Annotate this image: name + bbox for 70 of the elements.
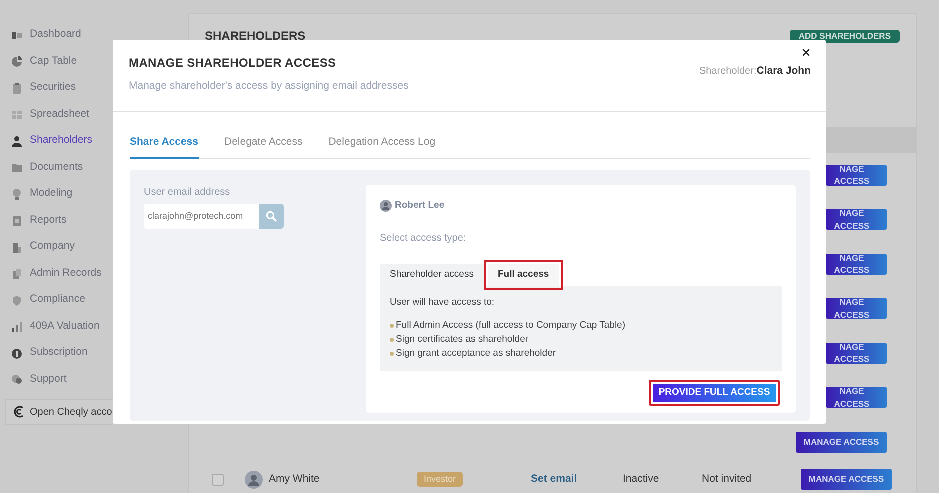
access-prompt: Select access type:	[380, 232, 468, 246]
search-button[interactable]	[259, 204, 284, 229]
avatar-icon	[380, 200, 392, 212]
bar-chart-icon	[12, 321, 22, 332]
manage-access-button[interactable]: MANAGE ACCESS	[801, 469, 892, 490]
building-icon	[12, 242, 22, 253]
user-name: Robert Lee	[395, 198, 445, 213]
sidebar-item[interactable]: Documents	[0, 154, 84, 181]
shield-icon	[12, 294, 22, 306]
sidebar-item[interactable]: Reports	[0, 208, 67, 234]
access-item: Sign grant acceptance as shareholder	[396, 347, 556, 362]
manage-access-button[interactable]: NAGE ACCESS	[826, 164, 887, 186]
shareholder-name: Clara John	[756, 64, 811, 79]
sidebar-item[interactable]: Securities	[0, 75, 76, 102]
email-field[interactable]: clarajohn@protech.com	[144, 204, 259, 229]
manage-access-button[interactable]: NAGE ACCESS	[826, 342, 887, 364]
manage-access-button[interactable]: NAGE ACCESS	[826, 209, 887, 230]
bulb-icon	[12, 188, 22, 200]
clipboard-icon	[12, 82, 22, 94]
bullet-icon	[390, 324, 394, 328]
access-intro: User will have access to:	[390, 296, 496, 310]
files-icon	[12, 268, 22, 280]
sidebar-item[interactable]: 409A Valuation	[0, 314, 100, 340]
tab[interactable]: Delegation Access Log	[328, 135, 436, 159]
access-item: Sign certificates as shareholder	[396, 333, 529, 348]
modal-title: MANAGE SHAREHOLDER ACCESS	[129, 55, 338, 72]
sidebar-item[interactable]: Shareholders	[0, 128, 92, 154]
sidebar-item[interactable]: Admin Records	[0, 260, 102, 287]
page-title: SHAREHOLDERS	[205, 28, 306, 45]
sidebar-item[interactable]: Subscription	[0, 340, 88, 366]
grid-icon	[12, 109, 22, 120]
invite-status-text: Not invited	[702, 472, 753, 487]
role-tag: Investor	[417, 472, 464, 488]
search-icon	[266, 210, 277, 222]
sidebar-item[interactable]: Support	[0, 366, 67, 393]
tab[interactable]: Delegate Access	[224, 135, 303, 159]
close-button[interactable]: ×	[802, 46, 811, 62]
folder-icon	[12, 162, 22, 174]
sidebar-item[interactable]: Company	[0, 234, 75, 260]
manage-access-button[interactable]: NAGE ACCESS	[826, 254, 887, 275]
sidebar-item[interactable]: Modeling	[0, 181, 73, 208]
manage-access-button[interactable]: NAGE ACCESS	[826, 298, 887, 320]
person-icon	[12, 136, 22, 147]
access-item: Full Admin Access (full access to Company Cap Table)	[396, 319, 626, 334]
provide-access-button[interactable]: PROVIDE FULL ACCESS	[649, 380, 780, 406]
avatar-icon	[245, 470, 263, 488]
add-shareholders-button[interactable]: ADD SHAREHOLDERS	[790, 30, 900, 42]
document-icon	[12, 215, 22, 226]
manage-access-button[interactable]: MANAGE ACCESS	[796, 432, 887, 453]
sidebar-item[interactable]: Compliance	[0, 287, 86, 314]
field-label: User email address	[144, 186, 232, 200]
set-email-link[interactable]: Set email	[531, 472, 624, 488]
brand-logo-icon	[13, 406, 25, 418]
bullet-icon	[390, 338, 394, 342]
sidebar-item[interactable]: Dashboard	[0, 22, 82, 48]
access-type-tab[interactable]: Shareholder access	[380, 264, 484, 286]
row-checkbox[interactable]	[212, 474, 224, 486]
modal-subtitle: Manage shareholder's access by assigning email addresses	[129, 79, 409, 94]
status-text: Inactive	[623, 472, 660, 487]
manage-access-button[interactable]: NAGE ACCESS	[826, 387, 887, 408]
sidebar-item[interactable]: Spreadsheet	[0, 102, 90, 128]
sidebar-item[interactable]: Cap Table	[0, 48, 78, 75]
shareholder-name: Amy White	[269, 472, 321, 487]
pie-chart-icon	[12, 56, 22, 68]
dashboard-icon	[12, 30, 22, 41]
shareholder-label: Shareholder:	[699, 65, 757, 79]
access-type-tab[interactable]: Full access	[488, 264, 560, 286]
open-account-link[interactable]: Open Cheqly acco	[5, 399, 113, 425]
tab[interactable]: Share Access	[130, 135, 198, 159]
bullet-icon	[390, 352, 394, 356]
